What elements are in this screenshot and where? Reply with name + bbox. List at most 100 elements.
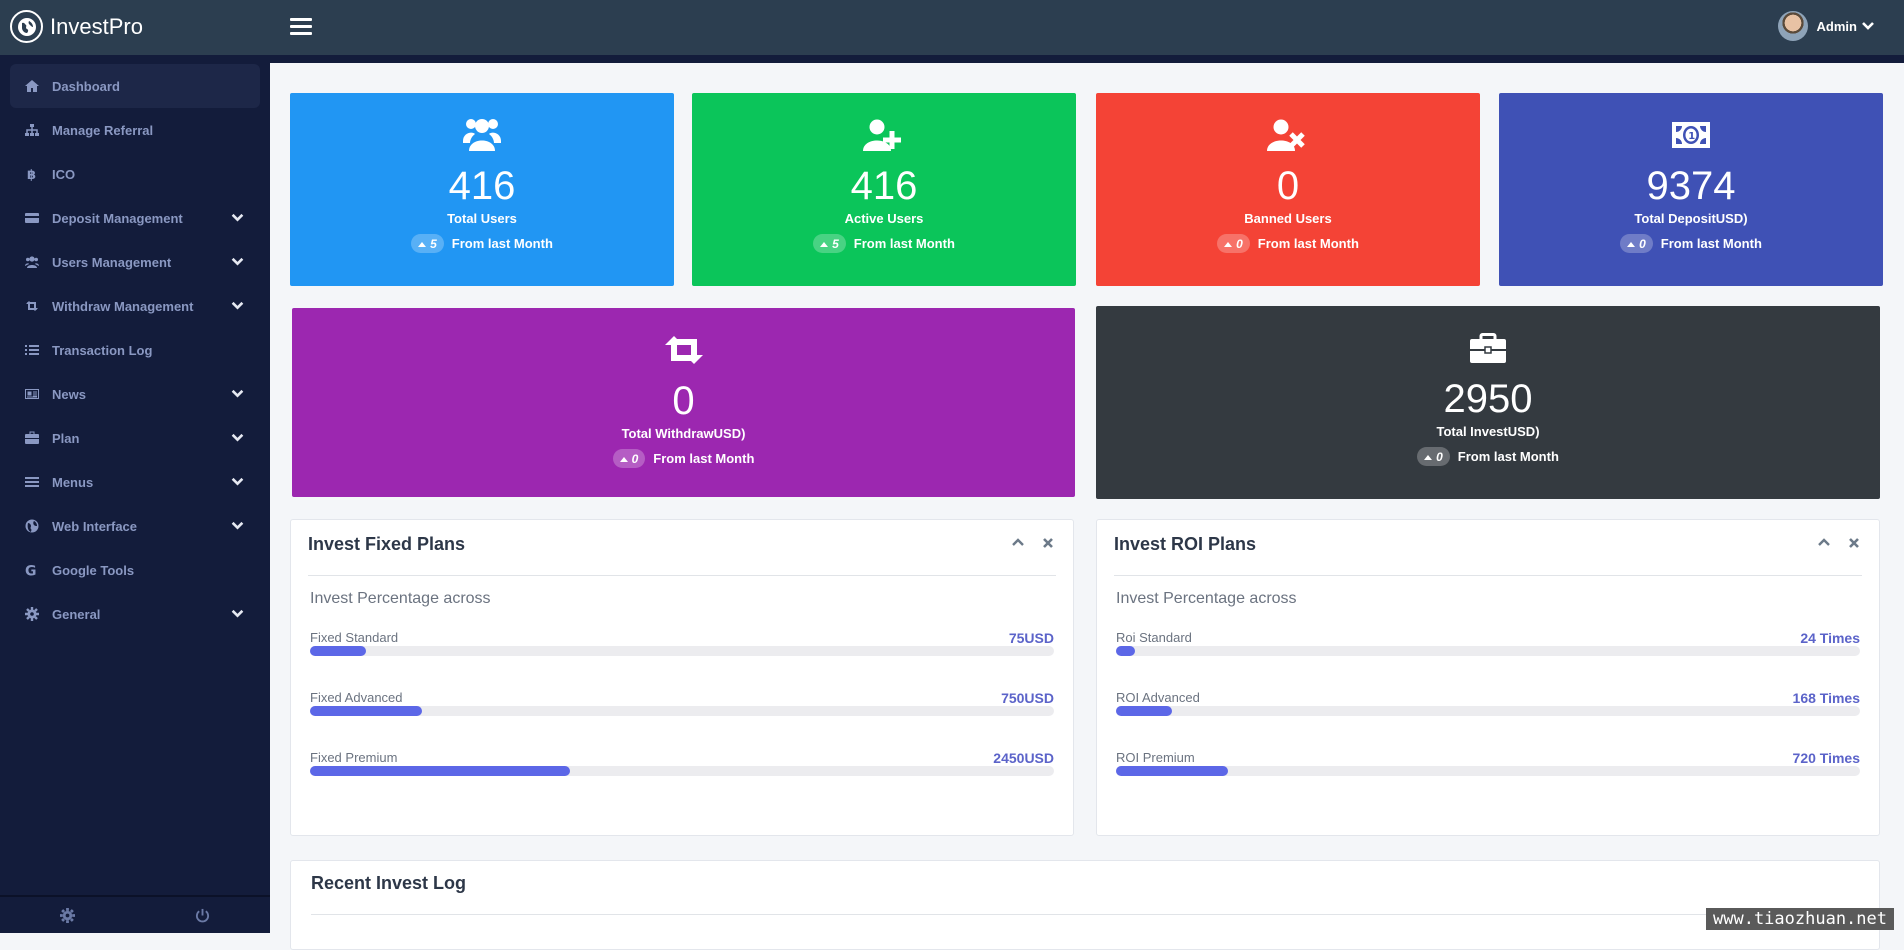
caret-up-icon <box>1424 454 1432 460</box>
sidebar: Dashboard Manage Referral ฿ ICO Deposit Mana… <box>0 55 270 933</box>
change-badge: 5 <box>813 234 846 253</box>
change-value: 0 <box>632 452 639 466</box>
plan-value: 2450USD <box>993 750 1054 766</box>
sidebar-item-users-management[interactable]: Users Management <box>10 240 260 284</box>
collapse-button[interactable] <box>1817 536 1831 550</box>
user-name: Admin <box>1817 19 1857 34</box>
briefcase-icon <box>25 431 39 445</box>
sidebar-item-general[interactable]: General <box>10 592 260 636</box>
divider <box>1114 575 1862 576</box>
progress-fill <box>1116 646 1135 656</box>
plan-value: 720 Times <box>1793 750 1860 766</box>
sidebar-item-dashboard[interactable]: Dashboard <box>10 64 260 108</box>
change-value: 5 <box>430 237 437 251</box>
users-icon <box>460 115 504 155</box>
plan-progress-row: Roi Standard24 Times <box>1116 630 1860 670</box>
stat-change: 0From last Month <box>1499 234 1883 253</box>
sidebar-item-label: Withdraw Management <box>52 299 193 314</box>
chevron-up-icon <box>1011 536 1025 550</box>
sidebar-item-label: ICO <box>52 167 75 182</box>
bars-icon <box>25 475 39 489</box>
header-band <box>270 55 1904 63</box>
credit-card-icon <box>25 211 39 225</box>
sidebar-item-deposit-management[interactable]: Deposit Management <box>10 196 260 240</box>
sidebar-item-label: Google Tools <box>52 563 134 578</box>
sidebar-item-web-interface[interactable]: Web Interface <box>10 504 260 548</box>
roi-plans-panel: Invest ROI Plans Invest Percentage acros… <box>1096 519 1880 836</box>
briefcase-icon <box>1466 328 1510 368</box>
watermark: www.tiaozhuan.net <box>1706 908 1894 930</box>
user-menu[interactable]: Admin <box>1778 11 1874 41</box>
settings-icon[interactable] <box>60 908 75 923</box>
stat-value: 416 <box>290 163 674 209</box>
globe-icon <box>25 519 39 533</box>
top-navbar: InvestPro Admin <box>0 0 1904 55</box>
stat-value: 0 <box>1096 163 1480 209</box>
stat-label: Total Users <box>290 211 674 226</box>
plan-progress-row: Fixed Advanced750USD <box>310 690 1054 730</box>
sidebar-item-label: Deposit Management <box>52 211 183 226</box>
sidebar-item-label: Menus <box>52 475 93 490</box>
progress-track <box>310 706 1054 716</box>
retweet-icon <box>25 299 39 313</box>
progress-track <box>1116 766 1860 776</box>
close-button[interactable] <box>1847 536 1861 550</box>
stat-change: 5From last Month <box>692 234 1076 253</box>
stat-change: 0 From last Month <box>1096 447 1880 466</box>
list-icon <box>25 343 39 357</box>
sidebar-item-plan[interactable]: Plan <box>10 416 260 460</box>
progress-track <box>1116 706 1860 716</box>
globe-icon <box>10 10 43 43</box>
chevron-up-icon <box>1817 536 1831 550</box>
sidebar-item-ico[interactable]: ฿ ICO <box>10 152 260 196</box>
panel-title: Invest Fixed Plans <box>308 534 465 555</box>
sidebar-item-menus[interactable]: Menus <box>10 460 260 504</box>
close-button[interactable] <box>1041 536 1055 550</box>
change-value: 0 <box>1236 237 1243 251</box>
plan-progress-row: ROI Advanced168 Times <box>1116 690 1860 730</box>
change-value: 0 <box>1436 450 1443 464</box>
sidebar-item-label: Dashboard <box>52 79 120 94</box>
bitcoin-icon: ฿ <box>25 167 39 181</box>
sidebar-item-manage-referral[interactable]: Manage Referral <box>10 108 260 152</box>
plan-value: 750USD <box>1001 690 1054 706</box>
retweet-icon <box>662 330 706 370</box>
chevron-down-icon <box>231 299 244 312</box>
sidebar-item-label: General <box>52 607 100 622</box>
sidebar-item-withdraw-management[interactable]: Withdraw Management <box>10 284 260 328</box>
stat-label: Active Users <box>692 211 1076 226</box>
sidebar-item-news[interactable]: News <box>10 372 260 416</box>
main-content: 416Total Users5From last Month416Active … <box>270 63 1904 933</box>
change-value: 0 <box>1639 237 1646 251</box>
stat-change: 5 From last Month <box>290 234 674 253</box>
plan-progress-row: Fixed Standard75USD <box>310 630 1054 670</box>
sidebar-item-label: Users Management <box>52 255 171 270</box>
sidebar-item-transaction-log[interactable]: Transaction Log <box>10 328 260 372</box>
menu-toggle-button[interactable] <box>290 18 312 36</box>
sidebar-item-google-tools[interactable]: GGoogle Tools <box>10 548 260 592</box>
sidebar-nav: Dashboard Manage Referral ฿ ICO Deposit Mana… <box>0 55 270 636</box>
change-text: From last Month <box>1458 449 1559 464</box>
fixed-plans-panel: Invest Fixed Plans Invest Percentage acr… <box>290 519 1074 836</box>
panel-subtitle: Invest Percentage across <box>310 590 491 608</box>
gear-icon <box>25 607 39 621</box>
progress-fill <box>310 706 422 716</box>
change-text: From last Month <box>452 236 553 251</box>
brand-logo[interactable]: InvestPro <box>10 10 143 43</box>
stat-value: 416 <box>692 163 1076 209</box>
sidebar-item-label: News <box>52 387 86 402</box>
collapse-button[interactable] <box>1011 536 1025 550</box>
avatar <box>1778 11 1808 41</box>
chevron-down-icon <box>231 519 244 532</box>
svg-text:฿: ฿ <box>27 168 36 181</box>
stat-card-total-users: 416 Total Users 5 From last Month <box>290 93 674 286</box>
change-badge: 5 <box>411 234 444 253</box>
divider <box>308 575 1056 576</box>
stat-label: Total InvestUSD) <box>1096 424 1880 439</box>
chevron-down-icon <box>231 255 244 268</box>
stat-card-total-withdrawusd: 0Total WithdrawUSD)0From last Month <box>292 308 1075 497</box>
progress-fill <box>310 766 570 776</box>
chevron-down-icon <box>231 431 244 444</box>
stat-label: Banned Users <box>1096 211 1480 226</box>
power-icon[interactable] <box>195 908 210 923</box>
